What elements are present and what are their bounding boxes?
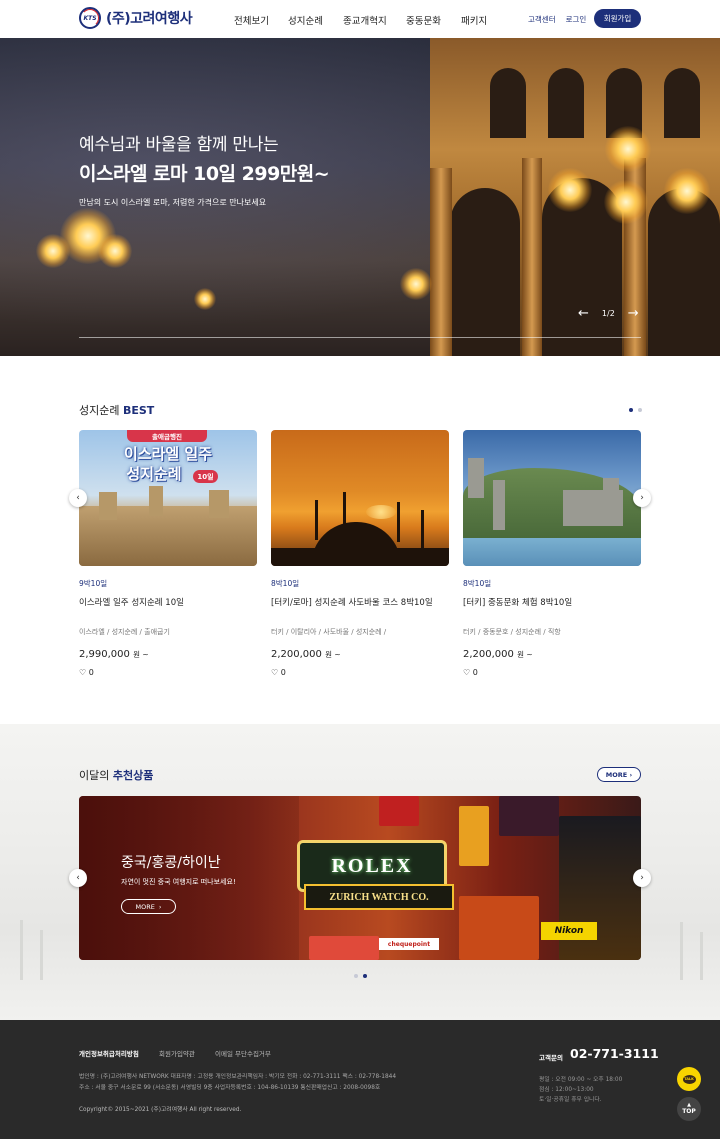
- pagination-dot[interactable]: [354, 974, 358, 978]
- chevron-right-icon: ›: [629, 770, 633, 779]
- cs-label: 고객문의: [539, 1054, 563, 1062]
- scroll-top-button[interactable]: ▲ TOP: [677, 1097, 701, 1121]
- product-image[interactable]: [463, 430, 641, 566]
- pagination-dot[interactable]: [638, 408, 642, 412]
- arrow-right-icon[interactable]: →: [628, 306, 639, 321]
- signup-button[interactable]: 회원가입: [594, 9, 641, 28]
- image-headline-2: 성지순례: [126, 465, 182, 483]
- product-card[interactable]: 8박10일 [터키] 중동문화 체험 8박10일 터키 / 중동문호 / 성지순…: [463, 430, 641, 677]
- product-image[interactable]: 출애굽행진 이스라엘 일주 성지순례 10일: [79, 430, 257, 566]
- arrow-left-icon[interactable]: ←: [578, 306, 589, 321]
- banner-subtitle: 자연이 멋진 중국 여행지로 떠나보세요!: [121, 878, 236, 886]
- like-button[interactable]: ♡ 0: [79, 668, 94, 677]
- customer-center-link[interactable]: 고객센터: [528, 14, 556, 25]
- recommend-prev-button[interactable]: ‹: [69, 869, 87, 887]
- logo[interactable]: KTS (주)고려여행사: [79, 7, 193, 29]
- recommend-next-button[interactable]: ›: [633, 869, 651, 887]
- product-tags: 터키 / 이탈리아 / 사도바울 / 성지순례 /: [271, 628, 387, 636]
- product-image[interactable]: [271, 430, 449, 566]
- banner-title: 중국/홍콩/하이난: [121, 855, 221, 871]
- product-tags: 터키 / 중동문호 / 성지순례 / 직항: [463, 628, 561, 636]
- chevron-right-icon: ›: [640, 873, 644, 883]
- product-price: 2,200,000 원 ~: [463, 649, 533, 660]
- company-info-1: 법인명 : (주)고려여행사 NETWORK 대표자명 : 고정용 개인정보관리…: [79, 1074, 397, 1080]
- nav-reformation[interactable]: 종교개혁지: [343, 13, 406, 27]
- heart-icon: ♡: [79, 668, 87, 677]
- recommend-banner[interactable]: ROLEX ZURICH WATCH CO. chequepoint Nikon…: [79, 796, 641, 960]
- hero-title-line2: 이스라엘 로마 10일 299만원~: [79, 163, 330, 185]
- main-nav: 전체보기 성지순례 종교개혁지 중동문화 패키지: [234, 13, 487, 27]
- hero-progress-line: [79, 337, 641, 338]
- best-section-title: 성지순례 BEST: [79, 404, 155, 417]
- chevron-right-icon: ›: [158, 902, 162, 911]
- cs-phone[interactable]: 02-771-3111: [570, 1046, 659, 1061]
- product-name[interactable]: [터키] 중동문화 체험 8박10일: [463, 596, 572, 608]
- pagination-dot-active[interactable]: [629, 408, 633, 412]
- image-headline-1: 이스라엘 일주: [123, 445, 213, 463]
- recommend-more-button[interactable]: MORE ›: [597, 767, 641, 782]
- promo-banner: 출애굽행진: [127, 430, 207, 442]
- product-tags: 이스라엘 / 성지순례 / 출애굽기: [79, 628, 170, 636]
- product-card[interactable]: 8박10일 [터키/로마] 성지순례 사도바울 코스 8박10일 터키 / 이탈…: [271, 430, 449, 677]
- recommend-pagination: [354, 974, 367, 978]
- login-link[interactable]: 로그인: [566, 14, 587, 25]
- recommend-section-title: 이달의 추천상품: [79, 769, 154, 782]
- pagination-dot-active[interactable]: [363, 974, 367, 978]
- hero-subtitle: 만남의 도시 이스라엘 로마, 저렴한 가격으로 만나보세요: [79, 198, 267, 207]
- logo-text: (주)고려여행사: [106, 11, 193, 27]
- chevron-right-icon: ›: [640, 493, 644, 503]
- copyright: Copyright© 2015~2021 (주)고려여행사 All right …: [79, 1107, 242, 1113]
- product-name[interactable]: [터키/로마] 성지순례 사도바울 코스 8박10일: [271, 596, 433, 608]
- talk-bubble-icon: TALK: [682, 1074, 696, 1084]
- heart-icon: ♡: [463, 668, 471, 677]
- nikon-sign: Nikon: [541, 922, 597, 940]
- site-footer: 개인정보취급처리방침 회원가입약관 이메일 무단수집거부 법인명 : (주)고려…: [0, 1020, 720, 1139]
- chevron-left-icon: ‹: [76, 493, 80, 503]
- cs-hours-holiday: 토·일·공휴일 휴무 입니다.: [539, 1097, 602, 1103]
- privacy-policy-link[interactable]: 개인정보취급처리방침: [79, 1048, 159, 1058]
- chevron-left-icon: ‹: [76, 873, 80, 883]
- terms-link[interactable]: 회원가입약관: [159, 1048, 215, 1058]
- best-pagination: [629, 408, 642, 412]
- nav-package[interactable]: 패키지: [461, 13, 487, 27]
- trip-duration: 8박10일: [271, 579, 300, 588]
- chequepoint-sign: chequepoint: [379, 938, 439, 950]
- product-price: 2,200,000 원 ~: [271, 649, 341, 660]
- logo-mark-icon: KTS: [79, 7, 101, 29]
- best-prev-button[interactable]: ‹: [69, 489, 87, 507]
- best-next-button[interactable]: ›: [633, 489, 651, 507]
- hero-title-line1: 예수님과 바울을 함께 만나는: [79, 135, 279, 155]
- hero-page-indicator: 1/2: [601, 309, 615, 318]
- heart-icon: ♡: [271, 668, 279, 677]
- nav-middle-east[interactable]: 중동문화: [406, 13, 461, 27]
- footer-links: 개인정보취급처리방침 회원가입약관 이메일 무단수집거부: [79, 1048, 271, 1058]
- cs-hours-lunch: 점심 : 12:00~13:00: [539, 1087, 594, 1093]
- hero-controls: ← 1/2 →: [578, 306, 639, 321]
- zurich-sign: ZURICH WATCH CO.: [304, 884, 454, 910]
- site-header: KTS (주)고려여행사 전체보기 성지순례 종교개혁지 중동문화 패키지 고객…: [0, 0, 720, 38]
- trip-duration: 9박10일: [79, 579, 108, 588]
- image-badge: 10일: [193, 470, 218, 483]
- utility-links: 고객센터 로그인: [528, 14, 586, 25]
- kakao-talk-button[interactable]: TALK: [677, 1067, 701, 1091]
- product-price: 2,990,000 원 ~: [79, 649, 149, 660]
- product-name[interactable]: 이스라엘 일주 성지순례 10일: [79, 596, 184, 608]
- nav-all[interactable]: 전체보기: [234, 13, 288, 27]
- banner-more-button[interactable]: MORE ›: [121, 899, 176, 914]
- nav-pilgrimage[interactable]: 성지순례: [288, 13, 343, 27]
- trip-duration: 8박10일: [463, 579, 492, 588]
- cs-hours-weekday: 평일 : 오전 09:00 ~ 오후 18:00: [539, 1077, 623, 1083]
- product-card[interactable]: 출애굽행진 이스라엘 일주 성지순례 10일 9박10일 이스라엘 일주 성지순…: [79, 430, 257, 677]
- email-refusal-link[interactable]: 이메일 무단수집거부: [215, 1048, 271, 1058]
- hero-slider: 예수님과 바울을 함께 만나는 이스라엘 로마 10일 299만원~ 만남의 도…: [0, 38, 720, 356]
- company-info-2: 주소 : 서울 중구 서소문로 99 (서소문동) 서영빌딩 9층 사업자등록번…: [79, 1085, 381, 1091]
- like-button[interactable]: ♡ 0: [271, 668, 286, 677]
- like-button[interactable]: ♡ 0: [463, 668, 478, 677]
